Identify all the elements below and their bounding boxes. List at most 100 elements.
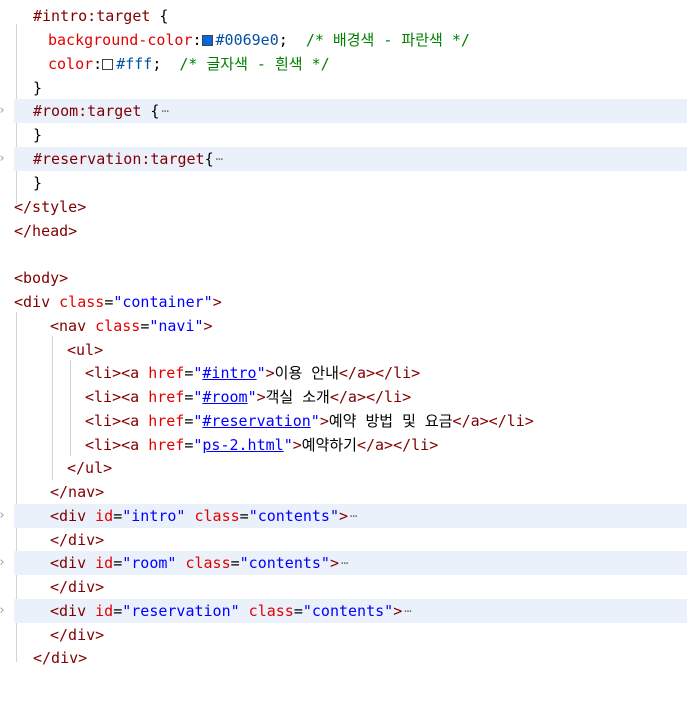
code-line[interactable]: </style> <box>0 195 687 219</box>
semicolon: ; <box>152 55 162 73</box>
code-line[interactable]: <ul> <box>0 338 687 362</box>
code-line[interactable]: } <box>0 171 687 195</box>
chevron-right-icon[interactable]: › <box>0 599 8 623</box>
html-attribute: class <box>176 554 231 572</box>
code-line[interactable]: <li><a href="#reservation">예약 방법 및 요금</a… <box>0 409 687 433</box>
html-tag: <div <box>50 602 87 620</box>
html-attribute: class <box>185 507 240 525</box>
css-value: #0069e0 <box>215 31 279 49</box>
attribute-value: "contents" <box>239 554 330 572</box>
html-tag: <nav <box>50 317 87 335</box>
code-line[interactable]: </div> <box>0 575 687 599</box>
html-attribute: id <box>86 554 114 572</box>
html-tag: <div <box>14 293 51 311</box>
colon: : <box>192 31 202 49</box>
html-tag: </div> <box>50 626 105 644</box>
code-line[interactable]: <body> <box>0 266 687 290</box>
tag-close: > <box>319 412 329 430</box>
equals: = <box>140 317 150 335</box>
code-line[interactable]: <li><a href="#intro">이용 안내</a></li> <box>0 361 687 385</box>
code-line[interactable]: } <box>0 76 687 100</box>
html-tag: </div> <box>50 531 105 549</box>
html-tag: <div <box>50 554 87 572</box>
brace: } <box>33 174 43 192</box>
code-line[interactable]: </head> <box>0 219 687 243</box>
code-line[interactable]: } <box>0 123 687 147</box>
fold-ellipsis-icon[interactable]: ⋯ <box>216 152 223 166</box>
brace: } <box>33 79 43 97</box>
code-line[interactable]: color: #fff; /* 글자색 - 흰색 */ <box>0 52 687 76</box>
code-editor[interactable]: #intro:target { background-color: #0069e0… <box>0 0 687 672</box>
html-attribute: href <box>139 412 185 430</box>
code-line[interactable]: </div> <box>0 623 687 647</box>
html-attribute: class <box>86 317 141 335</box>
fold-ellipsis-icon[interactable]: ⋯ <box>350 509 357 523</box>
link-text: 객실 소개 <box>265 388 330 406</box>
css-comment: /* 배경색 - 파란색 */ <box>287 31 470 49</box>
css-selector: #room:target <box>33 102 142 120</box>
href-link[interactable]: #room <box>202 388 247 406</box>
code-line-folded[interactable]: › #reservation:target{⋯ <box>0 147 687 171</box>
tag-close: > <box>329 554 339 572</box>
equals: = <box>104 293 114 311</box>
html-tag: <li><a <box>85 364 140 382</box>
html-tag: <li><a <box>85 412 140 430</box>
code-line[interactable]: </div> <box>0 646 687 670</box>
color-swatch-icon[interactable] <box>102 59 114 70</box>
code-line[interactable]: background-color: #0069e0; /* 배경색 - 파란색 *… <box>0 28 687 52</box>
code-line-folded[interactable]: › <div id="intro" class="contents">⋯ <box>0 504 687 528</box>
html-tag: </style> <box>14 198 87 216</box>
tag-close: > <box>203 317 213 335</box>
quote: " <box>283 436 293 454</box>
href-link[interactable]: ps-2.html <box>202 436 283 454</box>
html-attribute: id <box>86 507 114 525</box>
html-tag: </nav> <box>50 483 105 501</box>
code-line[interactable]: #intro:target { <box>0 4 687 28</box>
code-line-folded[interactable]: › <div id="room" class="contents">⋯ <box>0 551 687 575</box>
css-value: #fff <box>116 55 153 73</box>
html-tag: </div> <box>33 649 88 667</box>
code-line[interactable]: <li><a href="ps-2.html">예약하기</a></li> <box>0 433 687 457</box>
equals: = <box>293 602 303 620</box>
fold-ellipsis-icon[interactable]: ⋯ <box>404 604 411 618</box>
code-line-folded[interactable]: › #room:target {⋯ <box>0 99 687 123</box>
html-tag: </a></li> <box>356 436 439 454</box>
brace: { <box>204 150 214 168</box>
chevron-right-icon[interactable]: › <box>0 147 8 171</box>
code-line[interactable]: <nav class="navi"> <box>0 314 687 338</box>
equals: = <box>113 507 123 525</box>
code-line[interactable]: </div> <box>0 528 687 552</box>
chevron-right-icon[interactable]: › <box>0 99 8 123</box>
brace: { <box>150 7 169 25</box>
html-attribute: class <box>239 602 294 620</box>
equals: = <box>113 554 123 572</box>
html-attribute: href <box>139 364 185 382</box>
attribute-value: "navi" <box>149 317 204 335</box>
chevron-right-icon[interactable]: › <box>0 551 8 575</box>
html-tag: </a></li> <box>452 412 534 430</box>
fold-ellipsis-icon[interactable]: ⋯ <box>341 556 348 570</box>
css-selector: #reservation:target <box>33 150 205 168</box>
html-tag: </div> <box>50 578 105 596</box>
equals: = <box>230 554 240 572</box>
css-comment: /* 글자색 - 흰색 */ <box>161 55 330 73</box>
code-line-folded[interactable]: › <div id="reservation" class="contents"… <box>0 599 687 623</box>
code-line[interactable]: </ul> <box>0 456 687 480</box>
brace: { <box>141 102 160 120</box>
equals: = <box>113 602 123 620</box>
html-tag: <div <box>50 507 87 525</box>
link-text: 예약 방법 및 요금 <box>328 412 453 430</box>
code-line[interactable]: <li><a href="#room">객실 소개</a></li> <box>0 385 687 409</box>
href-link[interactable]: #intro <box>202 364 256 382</box>
fold-ellipsis-icon[interactable]: ⋯ <box>161 104 168 118</box>
html-tag: </a></li> <box>338 364 421 382</box>
color-swatch-icon[interactable] <box>201 35 213 46</box>
equals: = <box>239 507 249 525</box>
code-line[interactable]: <div class="container"> <box>0 290 687 314</box>
link-text: 이용 안내 <box>274 364 339 382</box>
tag-close: > <box>393 602 403 620</box>
html-tag: <li><a <box>85 436 140 454</box>
href-link[interactable]: #reservation <box>202 412 310 430</box>
code-line[interactable]: </nav> <box>0 480 687 504</box>
chevron-right-icon[interactable]: › <box>0 504 8 528</box>
